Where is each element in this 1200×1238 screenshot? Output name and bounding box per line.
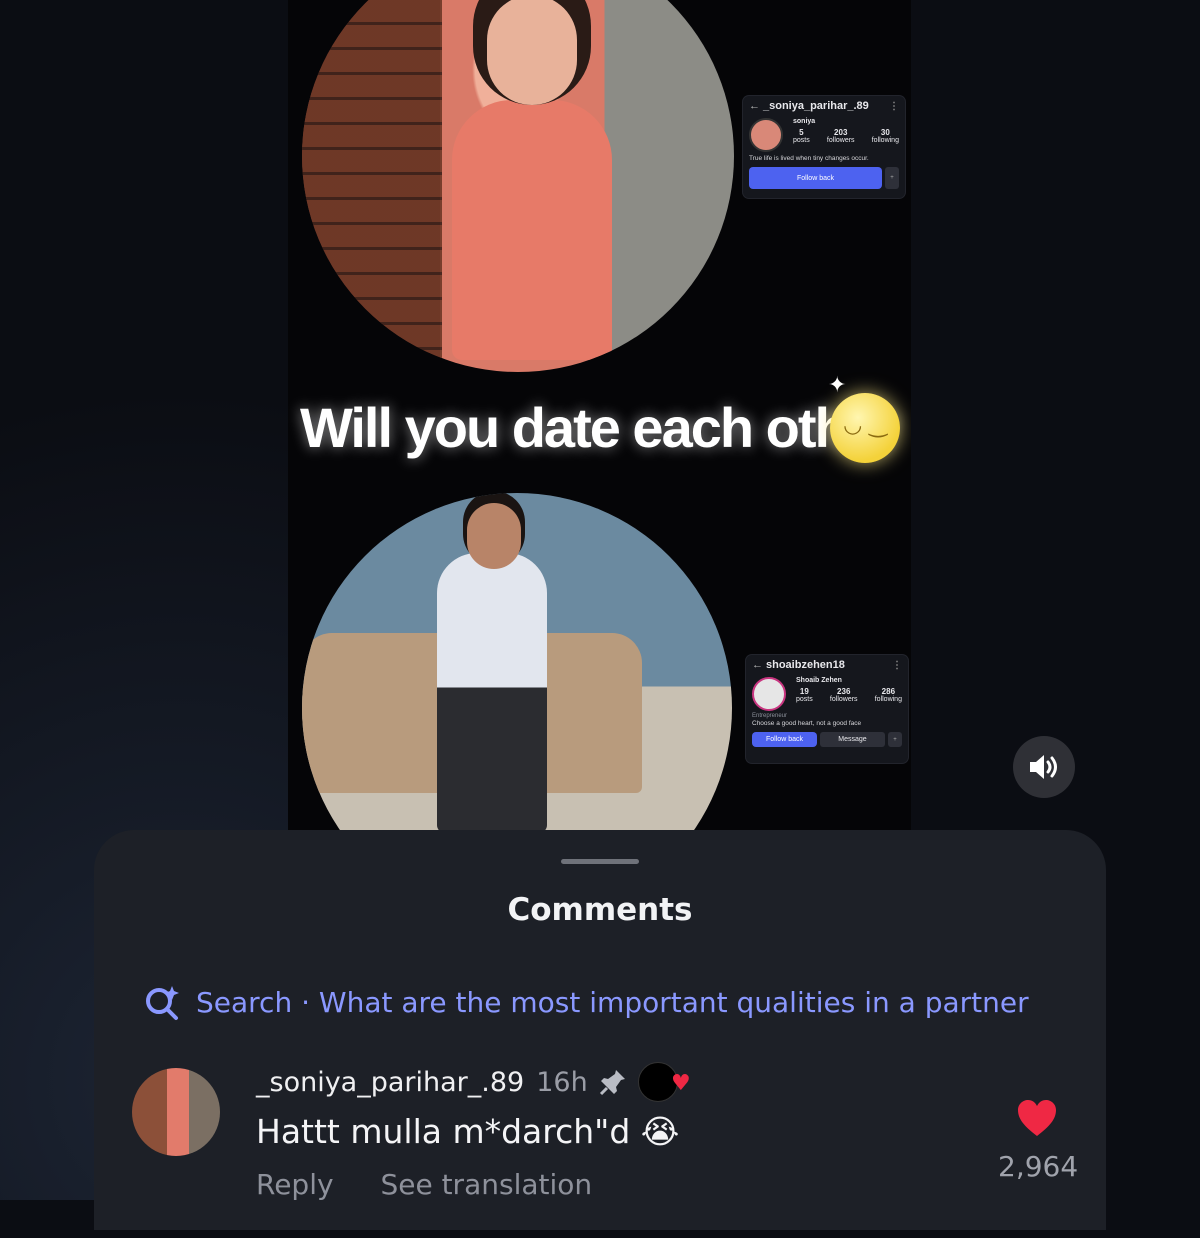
more-icon: ⋮ (892, 659, 902, 671)
see-translation-button[interactable]: See translation (380, 1168, 592, 1201)
posts-label: posts (796, 696, 813, 703)
comments-sheet: Comments Search · What are the most impo… (94, 830, 1106, 1230)
posts-count: 19 (799, 687, 809, 696)
head (487, 0, 577, 105)
sheet-title: Comments (507, 892, 693, 928)
search-label: Search · What are the most important qua… (196, 985, 1029, 1019)
following-label: following (871, 137, 899, 144)
add-person-icon: + (888, 732, 902, 747)
pin-icon (599, 1070, 625, 1096)
following-count: 286 (881, 687, 896, 696)
card-avatar (752, 677, 786, 711)
search-sparkle-icon (146, 986, 179, 1020)
reel-video[interactable]: ← _soniya_parihar_.89 ⋮ soniya 5 posts 20… (288, 0, 911, 830)
posts-count: 5 (799, 128, 804, 137)
heart-icon: ♥ (670, 1071, 691, 1096)
card-bio: True life is lived when tiny changes occ… (749, 155, 869, 162)
card-username: _soniya_parihar_.89 (763, 100, 869, 112)
card-username: shoaibzehen18 (766, 659, 845, 671)
posts-label: posts (793, 137, 810, 144)
following-count: 30 (880, 128, 890, 137)
brick-wall (302, 0, 442, 372)
following-label: following (874, 696, 902, 703)
drag-handle[interactable] (561, 859, 639, 864)
profile-card-shoaib: ← shoaibzehen18 ⋮ Shoaib Zehen 19 posts 2… (746, 655, 908, 763)
heart-icon[interactable] (1016, 1098, 1058, 1138)
sparkle-icon: ✦ (828, 373, 847, 398)
card-avatar (749, 118, 783, 152)
comment-time: 16h (536, 1066, 588, 1098)
followers-count: 203 (834, 128, 848, 137)
comment-item: _soniya_parihar_.89 16h ♥ Hattt mulla m*… (132, 1062, 1082, 1238)
add-person-icon: + (885, 167, 899, 189)
back-arrow-icon: ← (749, 100, 760, 112)
comment-username[interactable]: _soniya_parihar_.89 (256, 1067, 524, 1098)
sound-toggle-button[interactable] (1013, 736, 1075, 798)
woman-photo (302, 0, 734, 372)
followers-label: followers (826, 137, 855, 144)
comment-text: Hattt mulla m*darch"d 😭 (256, 1112, 680, 1151)
card-name: Shoaib Zehen (796, 677, 842, 684)
reply-button[interactable]: Reply (256, 1168, 334, 1201)
card-bio: Choose a good heart, not a good face (752, 720, 862, 727)
person (437, 553, 547, 830)
follow-back-button: Follow back (752, 732, 817, 747)
creator-liked-badge: ♥ (637, 1062, 691, 1102)
comment-search-suggestion[interactable]: Search · What are the most important qua… (142, 982, 1029, 1022)
speaker-icon (1030, 755, 1057, 779)
back-arrow-icon: ← (752, 659, 763, 671)
more-icon: ⋮ (889, 100, 899, 112)
followers-label: followers (829, 696, 858, 703)
card-name: soniya (793, 118, 816, 125)
overlay-caption: Will you date each other (300, 396, 898, 459)
message-button: Message (820, 732, 885, 747)
profile-card-soniya: ← _soniya_parihar_.89 ⋮ soniya 5 posts 20… (743, 96, 905, 198)
head (467, 503, 521, 569)
man-photo (302, 493, 732, 830)
like-count: 2,964 (998, 1150, 1079, 1183)
moon-face-emoji: ◡ ‿ (830, 393, 900, 463)
follow-back-button: Follow back (749, 167, 882, 189)
avatar[interactable] (132, 1068, 220, 1156)
followers-count: 236 (837, 687, 851, 696)
dress (452, 100, 612, 360)
